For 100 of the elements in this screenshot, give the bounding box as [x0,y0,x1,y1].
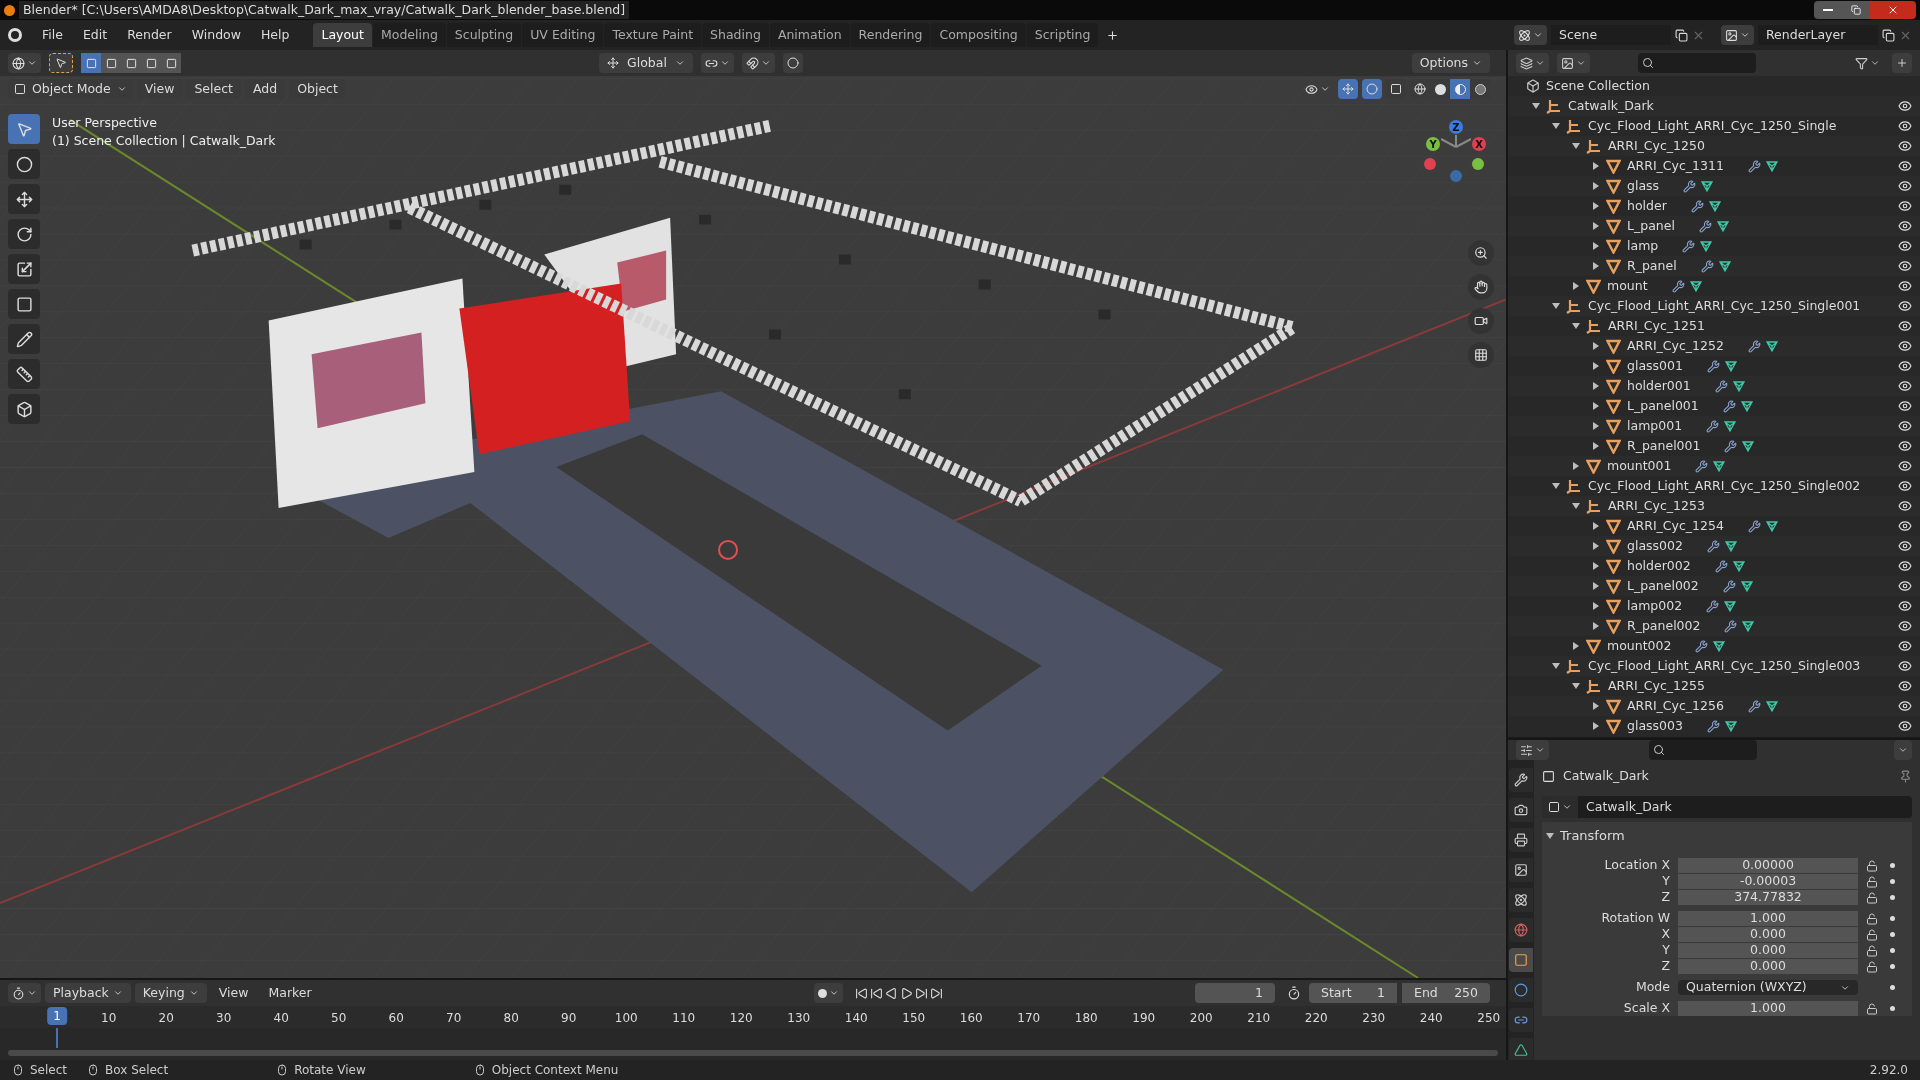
new-collection-button[interactable] [1892,53,1912,73]
header-menu[interactable]: Playback [45,983,131,1003]
outliner-item[interactable]: ARRI_Cyc_1254 [1627,516,1724,536]
lock-icon[interactable] [1866,891,1878,904]
outliner-item[interactable]: holder001 [1627,376,1691,396]
select-mode-button[interactable] [101,53,121,73]
lock-icon[interactable] [1866,928,1878,941]
outliner-item[interactable]: Cyc_Flood_Light_ARRI_Cyc_1250_Single002 [1588,476,1861,496]
properties-tab[interactable] [1509,918,1533,942]
outliner-item[interactable]: R_panel001 [1627,436,1701,456]
lock-icon[interactable] [1866,1002,1878,1015]
expand-triangle-icon[interactable] [1572,642,1580,650]
number-field[interactable]: 374.77832 [1678,890,1858,905]
mesh-icon[interactable] [1715,219,1730,233]
expand-triangle-icon[interactable] [1592,602,1600,610]
eye-icon[interactable] [1898,119,1912,133]
eye-icon[interactable] [1898,379,1912,393]
add-workspace-icon[interactable] [1106,28,1120,42]
shading-mode-button[interactable] [1450,79,1470,99]
outliner-item[interactable]: ARRI_Cyc_1311 [1627,156,1724,176]
workspace-tab[interactable]: Layout [313,23,372,47]
wrench-icon[interactable] [1747,519,1761,533]
outliner-item[interactable]: lamp002 [1627,596,1683,616]
outliner-item[interactable]: L_panel001 [1627,396,1699,416]
outliner-item[interactable]: ARRI_Cyc_1251 [1608,316,1705,336]
eye-icon[interactable] [1898,339,1912,353]
expand-triangle-icon[interactable] [1592,562,1600,570]
eye-icon[interactable] [1898,499,1912,513]
next-keyframe-icon[interactable] [914,986,928,1000]
lock-icon[interactable] [1866,944,1878,957]
eye-icon[interactable] [1898,99,1912,113]
wrench-icon[interactable] [1671,279,1685,293]
wrench-icon[interactable] [1706,539,1720,553]
number-field[interactable]: 0.00000 [1678,858,1858,873]
outliner-item[interactable]: holder [1627,196,1667,216]
view-layer-name-field[interactable]: RenderLayer [1758,25,1878,45]
wrench-icon[interactable] [1747,159,1761,173]
mesh-icon[interactable] [1764,159,1779,173]
eye-icon[interactable] [1898,199,1912,213]
object-name-field[interactable]: Catwalk_Dark [1542,796,1912,818]
play-icon[interactable] [899,986,913,1000]
start-frame-field[interactable]: Start 1 [1309,983,1397,1003]
eye-icon[interactable] [1898,259,1912,273]
eye-icon[interactable] [1898,539,1912,553]
collapse-triangle-icon[interactable] [1552,302,1560,310]
header-menu[interactable]: Object [289,79,346,99]
menu-item[interactable]: Help [252,25,298,45]
expand-triangle-icon[interactable] [1572,462,1580,470]
snap-dropdown[interactable] [741,53,775,73]
previous-keyframe-icon[interactable] [869,986,883,1000]
expand-triangle-icon[interactable] [1592,422,1600,430]
lock-icon[interactable] [1866,912,1878,925]
play-reverse-icon[interactable] [884,986,898,1000]
number-field[interactable]: 0.000 [1678,943,1858,958]
outliner-item[interactable]: ARRI_Cyc_1250 [1608,136,1705,156]
expand-triangle-icon[interactable] [1592,722,1600,730]
outliner-item[interactable]: glass002 [1627,536,1683,556]
jump-start-icon[interactable] [854,986,868,1000]
workspace-tab[interactable]: Compositing [931,23,1026,47]
tool-button[interactable] [8,324,40,354]
wrench-icon[interactable] [1706,359,1720,373]
search-field[interactable] [1649,740,1757,760]
wrench-icon[interactable] [1747,339,1761,353]
wrench-icon[interactable] [1682,239,1696,253]
search-field[interactable] [1638,53,1756,73]
wrench-icon[interactable] [1722,399,1736,413]
outliner-item[interactable]: mount001 [1607,456,1672,476]
mesh-icon[interactable] [1723,419,1738,433]
lock-icon[interactable] [1866,960,1878,973]
expand-triangle-icon[interactable] [1592,442,1600,450]
current-frame-field[interactable]: 1 [1195,983,1275,1003]
expand-triangle-icon[interactable] [1592,182,1600,190]
pin-icon[interactable] [1899,769,1912,783]
eye-icon[interactable] [1898,159,1912,173]
overlays-toggle-button[interactable] [1362,79,1382,99]
eye-icon[interactable] [1898,279,1912,293]
number-field[interactable]: 1.000 [1678,1001,1858,1016]
wrench-icon[interactable] [1683,179,1697,193]
collapse-triangle-icon[interactable] [1572,502,1580,510]
mesh-icon[interactable] [1723,539,1738,553]
outliner-item[interactable]: glass003 [1627,716,1683,736]
mesh-icon[interactable] [1764,339,1779,353]
header-menu[interactable]: View [210,983,257,1003]
outliner-root[interactable]: Scene Collection [1546,76,1650,96]
mesh-icon[interactable] [1712,639,1727,653]
eye-icon[interactable] [1898,439,1912,453]
outliner-item[interactable]: Cyc_Flood_Light_ARRI_Cyc_1250_Single003 [1588,656,1861,676]
tool-button[interactable] [8,394,40,424]
mesh-icon[interactable] [1707,199,1722,213]
restore-button[interactable] [1842,1,1870,19]
mesh-icon[interactable] [1739,399,1754,413]
tool-button[interactable] [8,359,40,389]
mesh-icon[interactable] [1723,359,1738,373]
mesh-icon[interactable] [1764,699,1779,713]
menu-item[interactable]: Window [183,25,249,45]
expand-triangle-icon[interactable] [1592,162,1600,170]
outliner-item[interactable]: mount002 [1607,636,1672,656]
eye-icon[interactable] [1898,359,1912,373]
eye-icon[interactable] [1898,599,1912,613]
options-dropdown[interactable]: Options [1411,53,1490,73]
